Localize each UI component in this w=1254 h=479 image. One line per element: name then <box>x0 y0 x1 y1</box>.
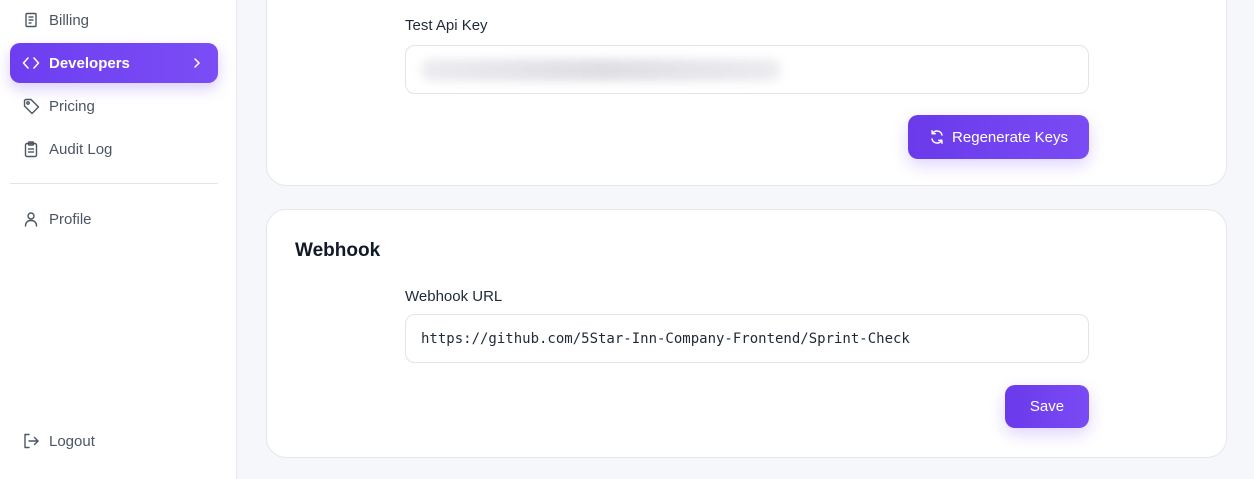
api-keys-card: Test Api Key Regenerate Keys <box>266 0 1227 186</box>
sidebar-item-audit-log[interactable]: Audit Log <box>10 129 218 169</box>
logout-icon <box>22 432 40 450</box>
refresh-icon <box>929 129 945 145</box>
sidebar-item-developers[interactable]: Developers <box>10 43 218 83</box>
save-button-label: Save <box>1029 398 1065 415</box>
masked-key-value <box>421 58 781 81</box>
sidebar-item-label: Pricing <box>49 97 95 115</box>
sidebar: Billing Developers Pricing Audit Log Pro… <box>0 0 237 479</box>
user-icon <box>22 210 40 228</box>
code-icon <box>22 54 40 72</box>
test-api-key-field[interactable] <box>405 45 1089 94</box>
sidebar-item-label: Profile <box>49 210 92 228</box>
sidebar-item-label: Logout <box>49 432 95 450</box>
webhook-card: Webhook Webhook URL https://github.com/5… <box>266 209 1227 458</box>
sidebar-item-pricing[interactable]: Pricing <box>10 86 218 126</box>
sidebar-item-label: Audit Log <box>49 140 113 158</box>
save-button[interactable]: Save <box>1005 385 1089 428</box>
tag-icon <box>22 97 40 115</box>
sidebar-item-profile[interactable]: Profile <box>10 199 218 239</box>
sidebar-item-billing[interactable]: Billing <box>10 0 218 40</box>
sidebar-item-label: Billing <box>49 11 90 29</box>
webhook-url-value: https://github.com/5Star-Inn-Company-Fro… <box>421 330 910 347</box>
sidebar-item-logout[interactable]: Logout <box>10 421 218 461</box>
test-api-key-label: Test Api Key <box>405 17 488 34</box>
sidebar-divider <box>10 183 218 184</box>
clipboard-icon <box>22 140 40 158</box>
regenerate-keys-button[interactable]: Regenerate Keys <box>908 115 1089 159</box>
chevron-right-icon <box>188 54 206 72</box>
webhook-url-input[interactable]: https://github.com/5Star-Inn-Company-Fro… <box>405 314 1089 363</box>
sidebar-item-label: Developers <box>49 54 130 72</box>
regenerate-keys-label: Regenerate Keys <box>952 128 1068 146</box>
billing-icon <box>22 11 40 29</box>
webhook-url-label: Webhook URL <box>405 288 503 305</box>
webhook-title: Webhook <box>295 240 381 261</box>
